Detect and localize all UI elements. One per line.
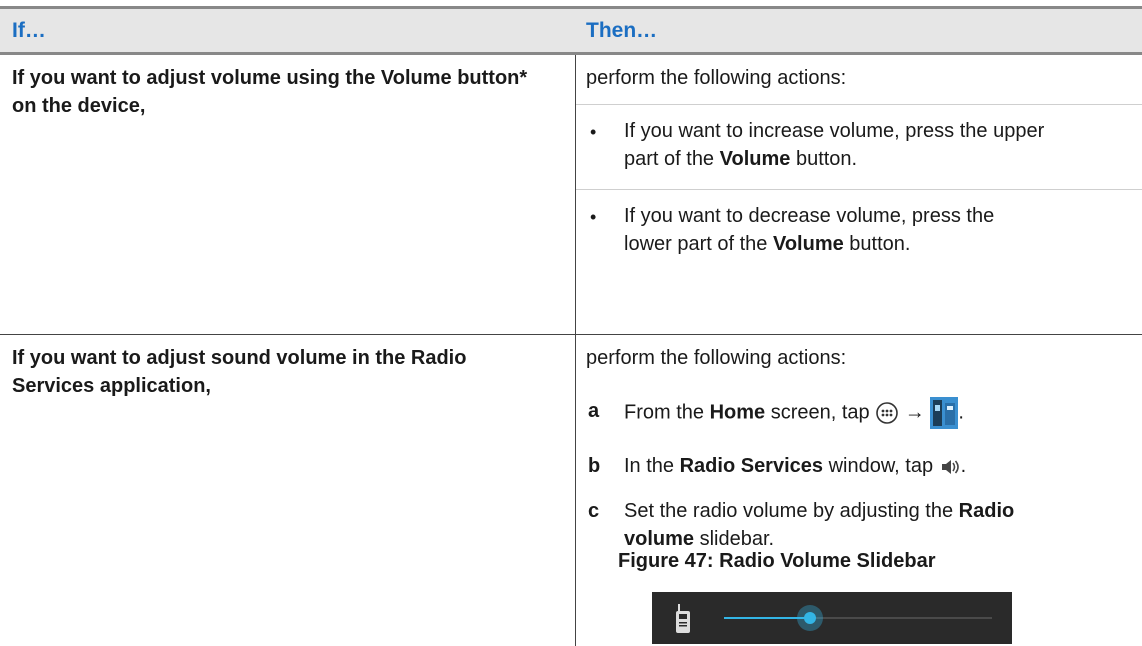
header-if: If… [12, 19, 46, 42]
step-b-text: In the Radio Services window, tap . [624, 455, 967, 477]
row2-condition: If you want to adjust sound volume in th… [12, 347, 467, 397]
step-c-letter: c [588, 500, 600, 522]
header-then: Then… [586, 19, 658, 42]
slider-thumb [797, 605, 823, 631]
step-a-text: From the Home screen, tap → . [624, 397, 964, 429]
radio-services-app-icon [930, 397, 959, 429]
row1-condition: If you want to adjust volume using the V… [12, 67, 528, 117]
step-c-text: Set the radio volume by adjusting the Ra… [624, 500, 1015, 550]
step-a-letter: a [588, 400, 600, 422]
bullet-marker: • [590, 207, 597, 227]
row1-bullet-1: If you want to increase volume, press th… [624, 120, 1045, 170]
radio-volume-slidebar-image [652, 592, 1012, 644]
walkie-talkie-icon [676, 604, 690, 633]
row2-intro: perform the following actions: [586, 347, 847, 369]
bullet-marker: • [590, 122, 597, 142]
row1-bullet-2: If you want to decrease volume, press th… [624, 205, 995, 255]
row1-divider-1 [576, 104, 1142, 105]
apps-grid-icon [876, 402, 899, 424]
speaker-volume-icon [941, 459, 959, 474]
row1-divider-2 [576, 189, 1142, 190]
row-divider [0, 334, 1142, 335]
volume-instructions-table: If… Then… If you want to adjust volume u… [0, 6, 1142, 646]
column-divider [575, 55, 576, 646]
row1-intro: perform the following actions: [586, 67, 847, 89]
step-b-letter: b [588, 455, 601, 477]
table-header: If… Then… [0, 9, 1142, 55]
figure-title: Figure 47: Radio Volume Slidebar [618, 550, 936, 572]
